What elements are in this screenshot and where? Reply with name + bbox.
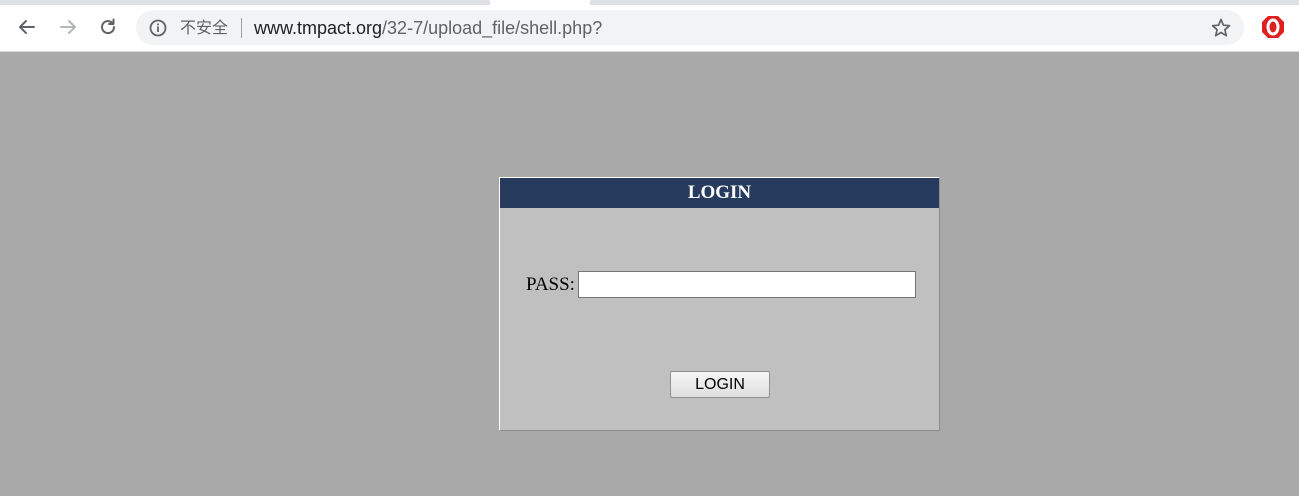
tab-strip — [0, 0, 1299, 5]
star-icon[interactable] — [1210, 17, 1232, 39]
page-content: LOGIN PASS: LOGIN — [0, 52, 1299, 496]
reload-button[interactable] — [93, 12, 123, 42]
forward-button[interactable] — [53, 12, 83, 42]
pass-label: PASS: — [526, 274, 575, 295]
info-icon[interactable] — [148, 18, 168, 38]
extension-icon[interactable] — [1260, 14, 1286, 40]
url-host: www.tmpact.org — [254, 18, 383, 38]
password-input[interactable] — [578, 271, 916, 298]
back-icon — [19, 20, 35, 34]
address-divider — [241, 18, 242, 38]
security-label: 不安全 — [180, 18, 229, 37]
login-panel: LOGIN PASS: LOGIN — [499, 177, 940, 431]
login-button[interactable]: LOGIN — [670, 371, 770, 398]
active-tab[interactable] — [490, 0, 590, 5]
url-text[interactable]: www.tmpact.org/32-7/upload_file/shell.ph… — [254, 17, 602, 39]
login-header: LOGIN — [500, 178, 939, 208]
address-bar[interactable]: 不安全 www.tmpact.org/32-7/upload_file/shel… — [136, 10, 1244, 45]
back-button[interactable] — [12, 12, 42, 42]
reload-icon — [101, 18, 116, 35]
browser-toolbar: 不安全 www.tmpact.org/32-7/upload_file/shel… — [0, 0, 1299, 52]
url-path: /32-7/upload_file/shell.php? — [382, 18, 603, 38]
forward-icon — [60, 20, 76, 34]
